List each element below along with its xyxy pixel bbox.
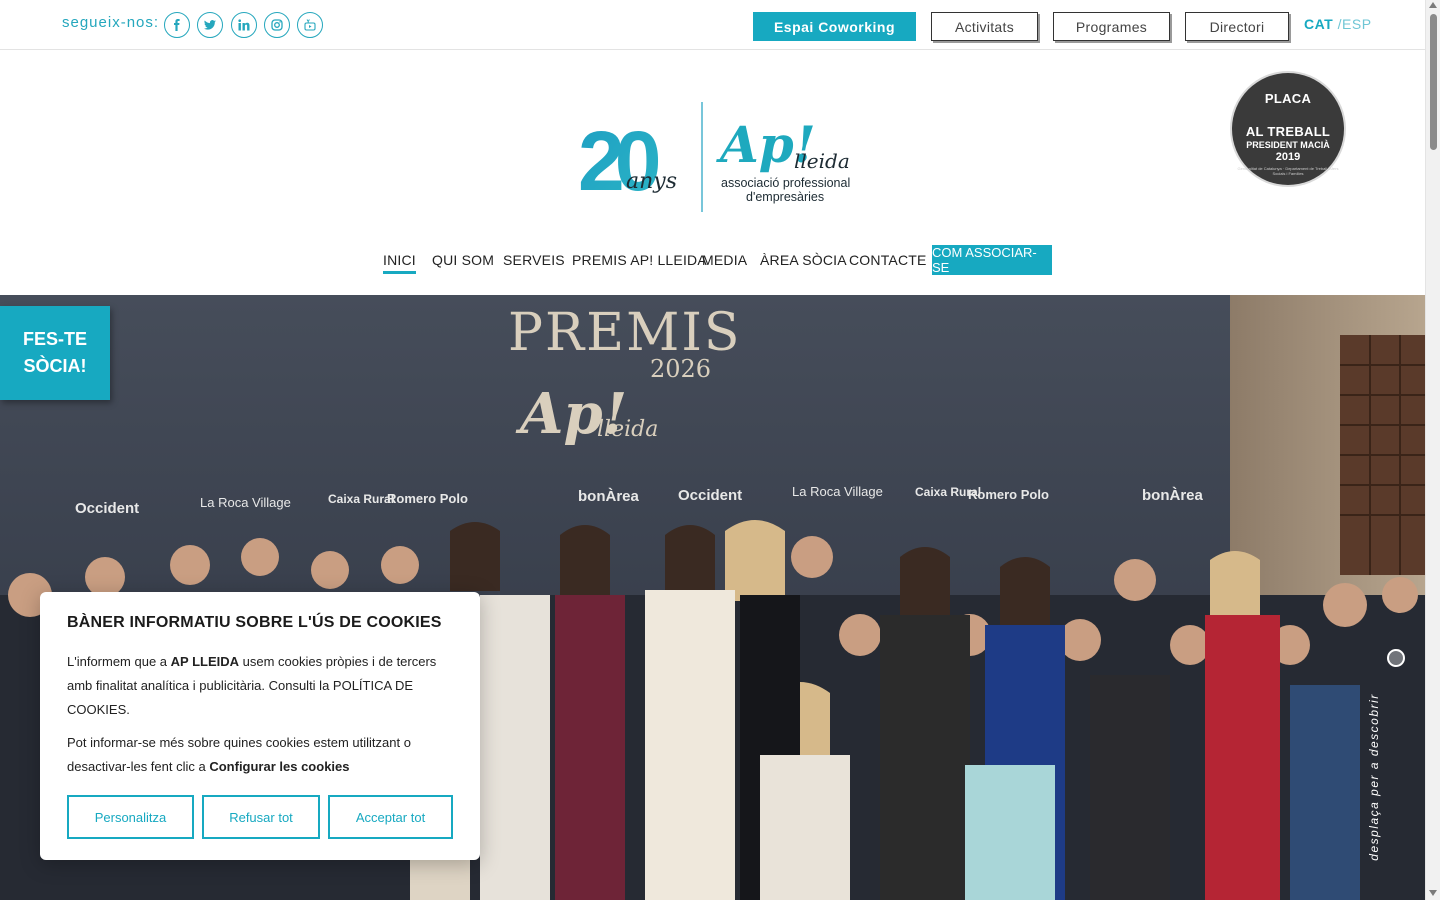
lang-esp-link[interactable]: ESP — [1342, 16, 1372, 32]
scroll-hint-text: desplaça per a descobrir — [1367, 693, 1381, 861]
banner-year: 2026 — [650, 355, 711, 383]
logo-anys: anys — [626, 169, 677, 194]
sponsor-romero-2: Romero Polo — [968, 487, 1049, 502]
directori-button[interactable]: Directori — [1185, 12, 1289, 41]
seal-line2: AL TREBALL — [1245, 124, 1331, 139]
facebook-icon[interactable] — [164, 12, 190, 38]
sponsor-romero-1: Romero Polo — [387, 491, 468, 506]
lang-cat-link[interactable]: CAT — [1304, 16, 1333, 32]
logo-tagline-1: associació professional — [721, 176, 850, 190]
nav-item-inici[interactable]: INICI — [383, 252, 416, 274]
nav-item-premis[interactable]: PREMIS AP! LLEIDA — [572, 252, 707, 268]
nav-item-contacte[interactable]: CONTACTE — [849, 252, 927, 268]
scroll-up-arrow-icon[interactable] — [1429, 2, 1437, 8]
cookie-accept-button[interactable]: Acceptar tot — [328, 795, 453, 839]
cookie-paragraph-1: L'informem que a AP LLEIDA usem cookies … — [67, 650, 453, 722]
twitter-icon[interactable] — [197, 12, 223, 38]
nav-item-serveis[interactable]: SERVEIS — [503, 252, 565, 268]
sponsor-bonarea-1: bonÀrea — [578, 488, 640, 505]
follow-label: segueix-nos: — [62, 14, 160, 31]
fes-line2: SÒCIA! — [23, 356, 87, 376]
slider-dot[interactable] — [1387, 649, 1405, 667]
main-nav: INICI QUI SOM SERVEIS PREMIS AP! LLEIDA … — [0, 245, 1425, 275]
cookie-title: BÀNER INFORMATIU SOBRE L'ÚS DE COOKIES — [67, 614, 442, 631]
logo-tagline-2: d'empresàries — [746, 190, 824, 204]
page-scrollbar[interactable] — [1425, 0, 1440, 900]
scroll-thumb[interactable] — [1430, 14, 1437, 150]
banner-premis: PREMIS — [508, 303, 742, 363]
language-switcher: CAT /ESP — [1304, 16, 1372, 32]
com-associar-se-button[interactable]: COM ASSOCIAR-SE — [932, 245, 1052, 275]
sponsor-laroca-2: La Roca Village — [792, 484, 883, 499]
cookie-p1-a: L'informem que a — [67, 654, 171, 669]
activitats-button[interactable]: Activitats — [931, 12, 1038, 41]
sponsor-occident-1: Occident — [75, 500, 139, 517]
sponsor-bonarea-2: bonÀrea — [1142, 487, 1204, 504]
cookie-banner: BÀNER INFORMATIU SOBRE L'ÚS DE COOKIES L… — [40, 592, 480, 860]
nav-item-area-socia[interactable]: ÀREA SÒCIA — [760, 252, 847, 268]
ap-lleida-logo[interactable]: 20 anys Ap! lleida associació profession… — [578, 100, 850, 214]
nav-item-qui-som[interactable]: QUI SOM — [432, 252, 494, 268]
youtube-icon[interactable] — [297, 12, 323, 38]
programes-button[interactable]: Programes — [1053, 12, 1170, 41]
scroll-down-arrow-icon[interactable] — [1429, 890, 1437, 896]
nav-item-media[interactable]: MEDIA — [702, 252, 747, 268]
fes-line1: FES-TE — [22, 329, 87, 349]
coworking-button[interactable]: Espai Coworking — [753, 12, 916, 41]
cookie-config-link[interactable]: Configurar les cookies — [209, 759, 349, 774]
banner-lleida: lleida — [597, 417, 658, 442]
seal-small-text: Generalitat de Catalunya · Departament d… — [1237, 166, 1339, 176]
sponsor-laroca-1: La Roca Village — [200, 495, 291, 510]
seal-year: 2019 — [1275, 151, 1301, 163]
cookie-customize-button[interactable]: Personalitza — [67, 795, 194, 839]
scroll-hint: desplaça per a descobrir — [1366, 680, 1381, 880]
top-bar: segueix-nos: Espai Coworking Activitats … — [0, 0, 1425, 50]
seal-line3: PRESIDENT MACIÀ — [1246, 140, 1330, 150]
cookie-paragraph-2: Pot informar-se més sobre quines cookies… — [67, 731, 453, 779]
cookie-p1-company: AP LLEIDA — [170, 654, 240, 669]
linkedin-icon[interactable] — [231, 12, 257, 38]
instagram-icon[interactable] — [264, 12, 290, 38]
seal-line1: PLACA — [1264, 91, 1312, 106]
placa-treball-seal: PLACA AL TREBALL PRESIDENT MACIÀ 2019 Ge… — [1232, 73, 1344, 185]
lang-separator: / — [1333, 16, 1343, 32]
sponsor-caixa-1: Caixa Rural — [328, 492, 394, 506]
sponsor-occident-2: Occident — [678, 487, 742, 504]
logo-lleida: lleida — [794, 149, 850, 173]
cookie-reject-button[interactable]: Refusar tot — [202, 795, 320, 839]
fes-te-socia-button[interactable]: FES-TE SÒCIA! — [0, 306, 110, 400]
